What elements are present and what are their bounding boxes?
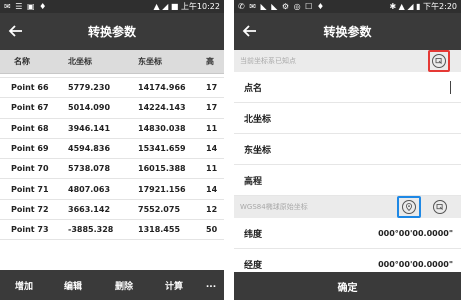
status-bar: ✉ ☰ ▣ ♦ ▲ ◢ ■ 上午10:22	[0, 0, 224, 13]
delete-button[interactable]: 删除	[98, 279, 150, 292]
table-row[interactable]: Point 72 3663.142 7552.075 12	[0, 200, 224, 221]
confirm-button[interactable]: 确定	[234, 272, 461, 300]
point-name-cell: Point 70	[11, 164, 49, 174]
status-time: 上午10:22	[180, 2, 220, 11]
east-cell: 16015.388	[138, 164, 186, 174]
east-cell: 15341.659	[138, 144, 186, 154]
table-header: 名称 北坐标 东坐标 高	[0, 50, 224, 74]
page-title: 转换参数	[87, 25, 136, 39]
height-cell: 14	[206, 184, 218, 194]
north-label: 北坐标	[244, 114, 272, 125]
points-table: Point 66 5779.230 14174.966 17 Point 67 5014.…	[0, 78, 224, 241]
add-button[interactable]: 增加	[0, 279, 48, 292]
longitude-value[interactable]: 000°00'00.0000"	[378, 260, 453, 269]
north-cell: 5014.090	[68, 103, 111, 113]
latitude-label: 纬度	[244, 229, 263, 240]
height-cell: 50	[206, 225, 218, 235]
north-cell: 4594.836	[68, 144, 111, 154]
gps-location-icon[interactable]	[402, 200, 416, 214]
column-header-name[interactable]: 名称	[0, 56, 58, 67]
east-cell: 14830.038	[138, 123, 186, 133]
known-point-section-header: 当前坐标系已知点	[234, 50, 461, 72]
height-cell: 11	[206, 164, 218, 174]
north-cell: 3663.142	[68, 204, 111, 214]
north-coordinate-field[interactable]: 北坐标	[234, 103, 461, 134]
page-title: 转换参数	[323, 25, 372, 39]
select-point-icon[interactable]	[432, 54, 446, 68]
status-time: 下午2:20	[423, 2, 457, 11]
table-row[interactable]: Point 70 5738.078 16015.388 11	[0, 159, 224, 180]
north-cell: 5738.078	[68, 164, 111, 174]
point-name-field[interactable]: 点名	[234, 72, 461, 103]
east-cell: 17921.156	[138, 184, 186, 194]
east-cell: 1318.455	[138, 225, 181, 235]
back-arrow-icon[interactable]	[240, 21, 260, 41]
north-cell: -3885.328	[68, 225, 114, 235]
height-cell: 14	[206, 144, 218, 154]
point-name-cell: Point 68	[11, 123, 49, 133]
wgs84-section-header: WGS84椭球原始坐标	[234, 196, 461, 218]
calculate-button[interactable]: 计算	[150, 279, 198, 292]
point-name-cell: Point 73	[11, 225, 49, 235]
table-row[interactable]: Point 66 5779.230 14174.966 17	[0, 78, 224, 99]
column-header-height[interactable]: 高	[198, 56, 224, 67]
north-cell: 4807.063	[68, 184, 111, 194]
latitude-field[interactable]: 纬度 000°00'00.0000"	[234, 218, 461, 249]
east-cell: 14174.966	[138, 83, 186, 93]
bottom-toolbar: 增加 编辑 删除 计算 ...	[0, 270, 224, 300]
signal-icons: ▲ ◢ ■	[153, 2, 179, 11]
latitude-value[interactable]: 000°00'00.0000"	[378, 229, 453, 238]
height-cell: 12	[206, 204, 218, 214]
height-cell: 11	[206, 123, 218, 133]
notification-icons: ✉ ☰ ▣ ♦	[4, 2, 48, 11]
notification-icons: ✆ ✉ ◣ ◣ ⚙ ◎ ☐ ♦	[238, 2, 326, 11]
height-label: 高程	[244, 176, 263, 187]
point-name-cell: Point 71	[11, 184, 49, 194]
point-name-cell: Point 69	[11, 144, 49, 154]
height-field[interactable]: 高程	[234, 165, 461, 196]
north-cell: 5779.230	[68, 83, 111, 93]
select-point-icon[interactable]	[433, 200, 447, 214]
table-row[interactable]: Point 68 3946.141 14830.038 11	[0, 119, 224, 139]
point-name-cell: Point 67	[11, 103, 49, 113]
app-bar: 转换参数	[0, 13, 224, 50]
wgs84-header-label: WGS84椭球原始坐标	[240, 203, 308, 211]
edit-button[interactable]: 编辑	[48, 279, 98, 292]
east-cell: 7552.075	[138, 204, 181, 214]
east-label: 东坐标	[244, 145, 272, 156]
point-name-cell: Point 66	[11, 83, 49, 93]
app-bar: 转换参数	[234, 13, 461, 50]
known-point-header-label: 当前坐标系已知点	[240, 57, 296, 65]
back-arrow-icon[interactable]	[6, 21, 26, 41]
column-header-north[interactable]: 北坐标	[58, 56, 128, 67]
north-cell: 3946.141	[68, 123, 111, 133]
longitude-label: 经度	[244, 260, 263, 271]
east-coordinate-field[interactable]: 东坐标	[234, 134, 461, 165]
more-button[interactable]: ...	[198, 280, 224, 290]
left-screen: ✉ ☰ ▣ ♦ ▲ ◢ ■ 上午10:22 转换参数 名称 北坐标 东坐标 高 …	[0, 0, 224, 300]
status-bar: ✆ ✉ ◣ ◣ ⚙ ◎ ☐ ♦ ✱ ▲ ◢ ▮ 下午2:20	[234, 0, 461, 13]
column-header-east[interactable]: 东坐标	[128, 56, 198, 67]
table-row[interactable]: Point 67 5014.090 14224.143 17	[0, 98, 224, 119]
point-name-cell: Point 72	[11, 204, 49, 214]
height-cell: 17	[206, 103, 218, 113]
table-row[interactable]: Point 73 -3885.328 1318.455 50	[0, 220, 224, 241]
table-row[interactable]: Point 69 4594.836 15341.659 14	[0, 139, 224, 160]
east-cell: 14224.143	[138, 103, 186, 113]
height-cell: 17	[206, 83, 218, 93]
signal-icons: ✱ ▲ ◢ ▮	[389, 2, 424, 11]
text-cursor	[450, 81, 451, 94]
point-name-label: 点名	[244, 83, 263, 94]
right-screen: ✆ ✉ ◣ ◣ ⚙ ◎ ☐ ♦ ✱ ▲ ◢ ▮ 下午2:20 转换参数 当前坐标…	[234, 0, 461, 300]
table-row[interactable]: Point 71 4807.063 17921.156 14	[0, 179, 224, 200]
